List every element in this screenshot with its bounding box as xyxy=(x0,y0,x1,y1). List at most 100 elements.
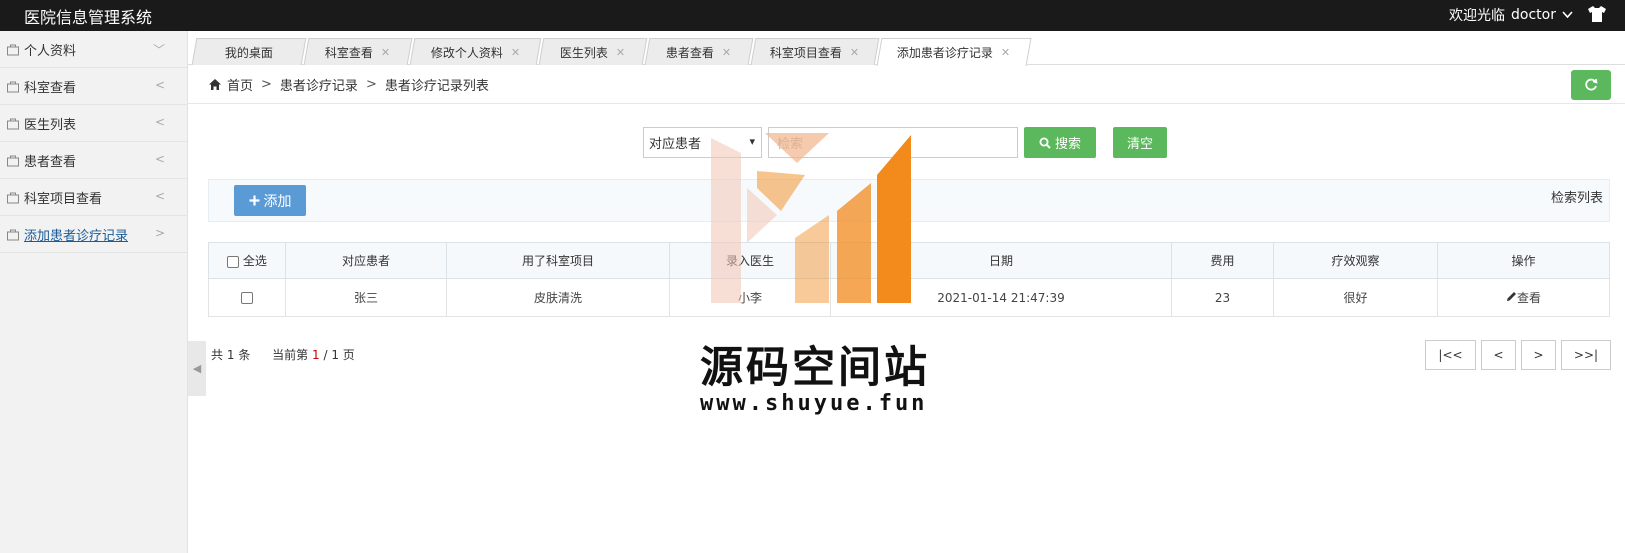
bag-icon xyxy=(7,118,19,130)
sidebar-item-doctors[interactable]: 医生列表 < xyxy=(0,105,187,142)
app-title: 医院信息管理系统 xyxy=(24,8,153,27)
last-page-button[interactable]: >>| xyxy=(1561,340,1611,370)
cell-effect: 很好 xyxy=(1273,278,1438,317)
tab-label: 患者查看 xyxy=(666,45,715,60)
refresh-icon xyxy=(1585,78,1598,91)
chevron-icon: < xyxy=(154,152,165,166)
watermark-title: 源码空间站 xyxy=(700,343,930,393)
row-checkbox[interactable] xyxy=(241,292,253,304)
watermark-logo xyxy=(711,133,911,303)
theme-shirt-icon[interactable] xyxy=(1587,5,1607,23)
breadcrumb-separator: > xyxy=(365,76,377,92)
breadcrumb-home[interactable]: 首页 xyxy=(227,75,253,94)
tab-label: 医生列表 xyxy=(560,45,609,60)
sidebar-item-departments[interactable]: 科室查看 < xyxy=(0,68,187,105)
cell-item: 皮肤清洗 xyxy=(446,278,670,317)
close-icon[interactable]: ✕ xyxy=(850,46,859,59)
bag-icon xyxy=(7,44,19,56)
view-link[interactable]: 查看 xyxy=(1517,291,1541,305)
pagination: |<< < > >>| xyxy=(1425,340,1611,370)
pager-page-count: / 1 页 xyxy=(323,348,355,362)
sidebar-collapse-handle[interactable]: ◀ xyxy=(188,341,206,396)
search-icon xyxy=(1039,137,1051,149)
refresh-button[interactable] xyxy=(1571,70,1611,100)
breadcrumb: 首页 > 患者诊疗记录 > 患者诊疗记录列表 xyxy=(188,65,1625,104)
column-header-action: 操作 xyxy=(1437,242,1610,279)
column-header-patient: 对应患者 xyxy=(285,242,447,279)
prev-page-button[interactable]: < xyxy=(1481,340,1516,370)
close-icon[interactable]: ✕ xyxy=(511,46,520,59)
sidebar-item-label: 医生列表 xyxy=(24,117,77,133)
sidebar-item-label: 科室项目查看 xyxy=(24,191,103,207)
first-page-button[interactable]: |<< xyxy=(1425,340,1476,370)
watermark-url: www.shuyue.fun xyxy=(700,391,928,416)
chevron-icon: < xyxy=(154,115,165,129)
next-page-button[interactable]: > xyxy=(1521,340,1556,370)
close-icon[interactable]: ✕ xyxy=(616,46,625,59)
tab-desktop[interactable]: 我的桌面 xyxy=(191,38,307,65)
select-all-header[interactable]: 全选 xyxy=(208,242,286,279)
bag-icon xyxy=(7,229,19,241)
column-header-effect: 疗效观察 xyxy=(1273,242,1438,279)
tab-label: 我的桌面 xyxy=(224,45,273,60)
pager-total: 1 xyxy=(226,348,235,362)
cell-patient: 张三 xyxy=(285,278,447,317)
sidebar-item-label: 患者查看 xyxy=(24,154,77,170)
sidebar: 个人资料 ﹀ 科室查看 < 医生列表 < 患者查看 < 科室项目查看 < 添加患… xyxy=(0,31,188,553)
tab-patients[interactable]: 患者查看 ✕ xyxy=(644,38,754,65)
cell-action[interactable]: 查看 xyxy=(1437,278,1610,317)
search-button[interactable]: 搜索 xyxy=(1024,127,1096,158)
column-header-fee: 费用 xyxy=(1171,242,1274,279)
chevron-icon: < xyxy=(154,78,165,92)
tab-add-record[interactable]: 添加患者诊疗记录 ✕ xyxy=(876,38,1032,66)
sidebar-item-label: 科室查看 xyxy=(24,80,77,96)
sidebar-item-add-record[interactable]: 添加患者诊疗记录 > xyxy=(0,216,187,253)
bag-icon xyxy=(7,81,19,93)
tab-edit-profile[interactable]: 修改个人资料 ✕ xyxy=(409,38,542,65)
user-menu[interactable]: 欢迎光临 doctor xyxy=(1449,5,1573,25)
welcome-text: 欢迎光临 xyxy=(1449,8,1506,24)
row-select-cell[interactable] xyxy=(208,278,286,317)
add-button-label: 添加 xyxy=(263,193,292,210)
pager-total-prefix: 共 xyxy=(211,348,224,362)
close-icon[interactable]: ✕ xyxy=(1001,46,1010,59)
select-all-checkbox[interactable] xyxy=(227,255,240,268)
add-button[interactable]: 添加 xyxy=(234,185,306,216)
tab-doctors[interactable]: 医生列表 ✕ xyxy=(538,38,648,65)
sidebar-item-label: 添加患者诊疗记录 xyxy=(24,228,129,244)
close-icon[interactable]: ✕ xyxy=(722,46,731,59)
bag-icon xyxy=(7,155,19,167)
tab-departments[interactable]: 科室查看 ✕ xyxy=(303,38,413,65)
search-list-label: 检索列表 xyxy=(1550,191,1603,206)
breadcrumb-separator: > xyxy=(261,76,272,92)
select-all-label: 全选 xyxy=(242,254,267,268)
chevron-icon: ﹀ xyxy=(152,43,165,57)
search-field-value: 对应患者 xyxy=(649,137,702,152)
chevron-down-icon xyxy=(1562,11,1573,19)
clear-button-label: 清空 xyxy=(1126,137,1153,152)
top-bar: 医院信息管理系统 欢迎光临 doctor xyxy=(0,0,1625,31)
sidebar-item-profile[interactable]: 个人资料 ﹀ xyxy=(0,31,187,68)
tab-label: 修改个人资料 xyxy=(430,45,503,60)
breadcrumb-level1[interactable]: 患者诊疗记录 xyxy=(280,75,358,94)
plus-icon xyxy=(249,195,259,206)
pencil-icon xyxy=(1506,292,1516,301)
pager-total-suffix: 条 xyxy=(238,348,251,362)
chevron-icon: < xyxy=(154,189,165,203)
tab-dept-projects[interactable]: 科室项目查看 ✕ xyxy=(750,38,880,65)
search-button-label: 搜索 xyxy=(1054,137,1081,152)
tab-label: 科室项目查看 xyxy=(770,45,843,60)
clear-button[interactable]: 清空 xyxy=(1113,127,1167,158)
sidebar-item-patients[interactable]: 患者查看 < xyxy=(0,142,187,179)
cell-fee: 23 xyxy=(1171,278,1274,317)
sidebar-item-dept-projects[interactable]: 科室项目查看 < xyxy=(0,179,187,216)
close-icon[interactable]: ✕ xyxy=(381,46,390,59)
column-header-item: 用了科室项目 xyxy=(446,242,670,279)
breadcrumb-level2: 患者诊疗记录列表 xyxy=(384,78,489,94)
chevron-icon: > xyxy=(154,226,165,240)
tab-label: 科室查看 xyxy=(325,45,374,60)
tab-bar: 我的桌面 科室查看 ✕ 修改个人资料 ✕ 医生列表 ✕ 患者查看 ✕ 科室项目查看 ✕ 添… xyxy=(188,31,1625,66)
pager-current-page: 1 xyxy=(312,348,320,362)
pager-info: 共 1 条 当前第 1 / 1 页 xyxy=(211,346,355,363)
home-icon xyxy=(209,78,221,90)
